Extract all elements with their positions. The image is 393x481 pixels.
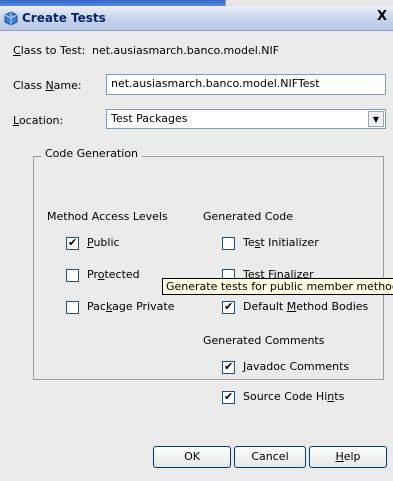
check-icon: ✔ <box>224 390 234 403</box>
location-selected-value: Test Packages <box>111 112 188 125</box>
protected-label-rest: tected <box>104 268 140 281</box>
help-button-mnemonic: H <box>335 450 344 463</box>
default-method-bodies-label-pre: Default <box>243 300 287 313</box>
generated-comments-heading: Generated Comments <box>203 334 325 347</box>
class-to-test-label: Class to Test: <box>13 44 86 57</box>
class-name-input[interactable]: net.ausiasmarch.banco.model.NIFTest <box>106 74 386 95</box>
help-button-text: elp <box>343 450 361 463</box>
javadoc-comments-checkbox[interactable]: ✔ <box>222 360 235 374</box>
source-code-hints-label-pre: Source Code Hi <box>243 390 328 403</box>
protected-checkbox[interactable] <box>66 269 79 282</box>
location-label-post: ocation: <box>18 114 64 127</box>
test-initializer-checkbox[interactable] <box>222 237 235 250</box>
dialog-title: Create Tests <box>22 11 106 25</box>
package-private-label-rest: age Private <box>112 300 175 313</box>
javadoc-comments-label-rest: avadoc Comments <box>246 360 350 373</box>
source-code-hints-checkbox[interactable]: ✔ <box>222 390 235 404</box>
test-initializer-label-pre: Te <box>243 236 255 249</box>
class-name-label-pre: Class <box>13 79 46 92</box>
cancel-button[interactable]: Cancel <box>234 446 306 468</box>
test-initializer-label-rest: t Initializer <box>260 236 319 249</box>
default-method-bodies-checkbox[interactable]: ✔ <box>222 300 235 314</box>
method-access-levels-heading: Method Access Levels <box>47 210 168 223</box>
package-private-checkbox[interactable] <box>66 301 79 314</box>
default-method-bodies-label-mnemonic: M <box>286 300 297 313</box>
chevron-down-icon[interactable]: ▼ <box>368 111 384 127</box>
netbeans-icon <box>4 11 18 29</box>
class-name-label-mnemonic: N <box>45 79 54 92</box>
javadoc-comments-label: Javadoc Comments <box>243 360 349 373</box>
package-private-label: Package Private <box>87 300 174 313</box>
class-name-label: Class Name: <box>13 79 82 92</box>
tooltip: Generate tests for public member methods… <box>162 278 393 295</box>
protected-label-pre: Pr <box>87 268 98 281</box>
ok-button[interactable]: OK <box>153 446 231 468</box>
check-icon: ✔ <box>224 300 234 313</box>
class-to-test-value: net.ausiasmarch.banco.model.NIF <box>92 44 280 57</box>
source-code-hints-label: Source Code Hints <box>243 390 344 403</box>
test-initializer-label: Test Initializer <box>243 236 319 249</box>
public-label: Public <box>87 236 120 249</box>
dialog-titlebar[interactable]: Create Tests X <box>0 6 393 31</box>
package-private-label-pre: Pac <box>87 300 106 313</box>
help-button[interactable]: Help <box>309 446 387 468</box>
class-name-label-post: ame: <box>53 79 82 92</box>
check-icon: ✔ <box>224 360 234 373</box>
default-method-bodies-label-rest: ethod Bodies <box>296 300 369 313</box>
protected-label: Protected <box>87 268 140 281</box>
public-label-text: ublic <box>93 236 120 249</box>
public-checkbox[interactable]: ✔ <box>66 236 79 250</box>
class-to-test-label-text: lass to Test: <box>20 44 86 57</box>
location-label: Location: <box>13 114 63 127</box>
location-select[interactable]: Test Packages ▼ <box>106 109 386 129</box>
generated-code-heading: Generated Code <box>203 210 294 223</box>
source-code-hints-label-rest: ts <box>334 390 345 403</box>
check-icon: ✔ <box>68 236 78 249</box>
code-generation-title: Code Generation <box>41 147 143 160</box>
close-icon[interactable]: X <box>377 9 387 24</box>
default-method-bodies-label: Default Method Bodies <box>243 300 368 313</box>
